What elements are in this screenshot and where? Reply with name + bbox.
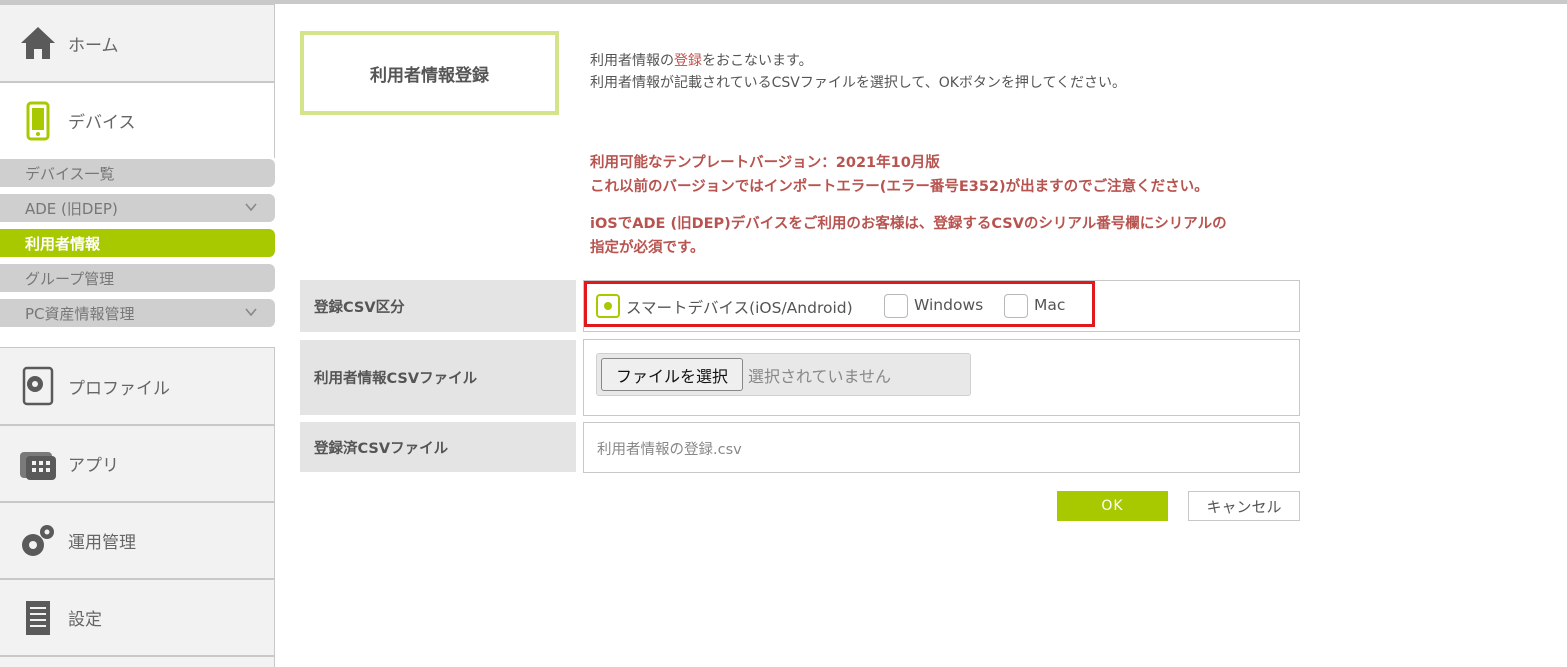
- sidebar-item-settings[interactable]: 設定: [0, 579, 275, 656]
- home-icon: [18, 23, 58, 63]
- mac-checkbox[interactable]: [1004, 294, 1028, 318]
- csv-type-label: 登録CSV区分: [300, 280, 576, 332]
- page-description: 利用者情報の登録をおこないます。 利用者情報が記載されているCSVファイルを選択…: [590, 50, 1126, 94]
- registered-csv-value: 利用者情報の登録.csv: [597, 442, 742, 458]
- ok-button[interactable]: OK: [1057, 491, 1168, 521]
- sidebar-sub-label: グループ管理: [25, 269, 115, 288]
- file-status-text: 選択されていません: [748, 367, 892, 386]
- description-text: 利用者情報の: [590, 53, 674, 69]
- template-version-warning: 利用可能なテンプレートバージョン：2021年10月版 これ以前のバージョンではイ…: [590, 151, 1209, 199]
- sidebar-item-label: プロファイル: [68, 378, 170, 399]
- warning-line: 指定が必須です。: [590, 240, 705, 256]
- document-list-icon: [18, 598, 58, 638]
- warning-line: これ以前のバージョンではインポートエラー(エラー番号E352)が出ますのでご注意…: [590, 179, 1209, 195]
- choose-file-button[interactable]: ファイルを選択: [601, 358, 743, 391]
- ade-serial-warning: iOSでADE (旧DEP)デバイスをご利用のお客様は、登録するCSVのシリアル…: [590, 212, 1227, 260]
- sidebar-item-label: デバイス: [68, 113, 136, 133]
- registered-csv-label: 登録済CSVファイル: [300, 422, 576, 472]
- app-grid-icon: [18, 444, 58, 484]
- warning-line: 利用可能なテンプレートバージョン：2021年10月版: [590, 155, 940, 171]
- page-title: 利用者情報登録: [300, 31, 559, 115]
- csv-file-label: 利用者情報CSVファイル: [300, 340, 576, 415]
- sidebar-sub-group[interactable]: グループ管理: [0, 264, 275, 292]
- smartphone-icon: [18, 101, 58, 141]
- sidebar-sub-pc-assets[interactable]: PC資産情報管理: [0, 299, 275, 327]
- sidebar-item-profile[interactable]: プロファイル: [0, 347, 275, 425]
- sidebar-sub-user-info[interactable]: 利用者情報: [0, 229, 275, 257]
- description-text: をおこないます。: [702, 53, 813, 69]
- sidebar-sub-label: PC資産情報管理: [25, 304, 135, 323]
- sidebar-item-label: 運用管理: [68, 533, 136, 553]
- gears-icon: [18, 521, 58, 561]
- sidebar-sub-label: デバイス一覧: [25, 164, 115, 183]
- sidebar-item-label: 設定: [68, 610, 102, 630]
- chevron-down-icon: [245, 203, 257, 212]
- sidebar: ホーム デバイス デバイス一覧 ADE (旧DEP) 利用者情報 グループ管理 …: [0, 4, 275, 667]
- description-line-2: 利用者情報が記載されているCSVファイルを選択して、OKボタンを押してください。: [590, 75, 1127, 91]
- sidebar-item-more: [0, 656, 275, 667]
- smart-device-label[interactable]: スマートデバイス(iOS/Android): [626, 296, 853, 318]
- description-highlight: 登録: [674, 53, 702, 69]
- checked-dot: [604, 302, 612, 310]
- sidebar-sub-ade[interactable]: ADE (旧DEP): [0, 194, 275, 222]
- mac-label[interactable]: Mac: [1034, 296, 1065, 314]
- windows-label[interactable]: Windows: [914, 296, 983, 314]
- warning-line: iOSでADE (旧DEP)デバイスをご利用のお客様は、登録するCSVのシリアル…: [590, 216, 1227, 232]
- sidebar-item-operation[interactable]: 運用管理: [0, 502, 275, 579]
- sidebar-sub-label: ADE (旧DEP): [25, 199, 118, 218]
- sidebar-sub-label: 利用者情報: [25, 234, 101, 253]
- sidebar-sub-device-list[interactable]: デバイス一覧: [0, 159, 275, 187]
- smart-device-checkbox[interactable]: [596, 294, 620, 318]
- description-line-1: 利用者情報の登録をおこないます。: [590, 50, 1126, 72]
- sidebar-item-label: ホーム: [68, 35, 119, 56]
- sidebar-item-label: アプリ: [68, 456, 119, 476]
- sidebar-item-app[interactable]: アプリ: [0, 425, 275, 502]
- sidebar-item-home[interactable]: ホーム: [0, 4, 275, 82]
- windows-checkbox[interactable]: [884, 294, 908, 318]
- profile-gear-icon: [18, 366, 58, 406]
- chevron-down-icon: [245, 308, 257, 317]
- cancel-button[interactable]: キャンセル: [1188, 491, 1300, 521]
- sidebar-item-device[interactable]: デバイス: [0, 82, 275, 158]
